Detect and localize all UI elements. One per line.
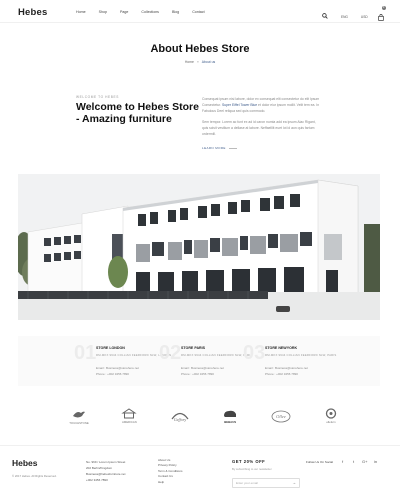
brand-touchstone[interactable]: TOUCHSTONE <box>60 408 98 425</box>
linkedin-icon[interactable]: in <box>373 459 378 464</box>
store-building-photo <box>18 174 380 320</box>
google-plus-icon[interactable]: G+ <box>362 459 367 464</box>
nav-page[interactable]: Page <box>120 10 128 14</box>
store-number: 01 <box>74 342 97 364</box>
page-title: About Hebes Store <box>150 43 250 55</box>
store-email[interactable]: Email : Business@storehere.net <box>181 366 224 371</box>
footer-link-help[interactable]: Help <box>158 480 183 485</box>
store-number: 03 <box>243 342 266 364</box>
nav-home[interactable]: Home <box>76 10 86 14</box>
currency-selector[interactable]: USD <box>361 15 368 19</box>
header-tools: ENG USD 0 <box>322 6 386 26</box>
twitter-icon[interactable]: t <box>351 459 356 464</box>
brand-ellefern[interactable]: ellefern <box>312 408 350 424</box>
brand-wordmark: Ollee <box>276 414 286 419</box>
brand-ollee[interactable]: Ollee <box>262 410 300 423</box>
store-number: 02 <box>159 342 182 364</box>
store-email[interactable]: Email : Business@storehere.net <box>265 366 308 371</box>
follow-label: Follow Us On Social <box>306 460 334 464</box>
submit-arrow-icon[interactable]: → <box>292 479 296 487</box>
social-links: f t G+ in <box>340 459 378 464</box>
subscribe-text: By subscribing to our newsletter <box>232 467 272 471</box>
facebook-icon[interactable]: f <box>340 459 345 464</box>
store-phone: Phone : +002 3456 7890 <box>96 372 129 376</box>
breadcrumb-home[interactable]: Home <box>185 60 194 64</box>
brand-wordmark: Geffory <box>174 417 186 422</box>
para1-link[interactable]: Super Eiffel Tower Blue <box>222 103 257 107</box>
brand-logos: TOUCHSTONE AMERICAN Geffory BEBAUS Ollee… <box>60 405 350 427</box>
footer-links: About Us Privacy Policy Term & Condition… <box>158 458 183 485</box>
main-nav: Home Shop Page Collections Blog Contact <box>76 10 218 14</box>
store-title: STORE NEWYORK <box>265 346 298 350</box>
brand-bebaus[interactable]: BEBAUS <box>211 409 249 424</box>
brand-american[interactable]: AMERICAN <box>110 408 148 424</box>
store-title: STORE LONDON <box>96 346 125 350</box>
nav-shop[interactable]: Shop <box>99 10 107 14</box>
footer-copyright: © 2017 Hebes. All Rights Reserved. <box>12 474 57 478</box>
site-logo[interactable]: Hebes <box>18 7 48 18</box>
house-logo-icon <box>121 408 138 419</box>
brand-label: BEBAUS <box>224 419 237 424</box>
welcome-paragraph-1: Consequat ipsum nisi labore, dolor ex co… <box>202 96 322 114</box>
newsletter-email-input[interactable]: Enter your email → <box>232 478 300 488</box>
nav-blog[interactable]: Blog <box>172 10 179 14</box>
footer-logo[interactable]: Hebes <box>12 458 38 468</box>
cart-button[interactable]: 0 <box>377 6 386 26</box>
oval-logo-icon: Ollee <box>271 410 290 422</box>
stores-section <box>18 336 380 386</box>
footer-phone: +002 3456 7890 <box>86 478 108 482</box>
breadcrumb-separator: » <box>196 60 199 64</box>
store-phone: Phone : +002 3456 7890 <box>181 372 214 376</box>
cart-count-badge: 0 <box>381 6 386 10</box>
store-email[interactable]: Email : Business@storehere.net <box>96 366 139 371</box>
crest-logo-icon: Geffory <box>171 412 189 422</box>
welcome-paragraph-2: Sem tempor. Lorem ac funt ex ad id caron… <box>202 120 316 136</box>
brand-label: AMERICAN <box>122 420 137 424</box>
brand-label: ellefern <box>326 420 336 424</box>
store-title: STORE PARIS <box>181 346 206 350</box>
footer-divider <box>0 445 400 446</box>
circle-logo-icon <box>325 408 337 419</box>
language-selector[interactable]: ENG <box>341 15 348 19</box>
learn-more-link[interactable]: LEARN MORE <box>202 146 237 150</box>
store-phone: Phone : +002 3456 7890 <box>265 372 298 376</box>
breadcrumb-current: About us <box>201 60 216 64</box>
brand-label: TOUCHSTONE <box>69 420 89 425</box>
welcome-title: Welcome to Hebes Store - Amazing furnitu… <box>76 101 199 125</box>
learn-more-line <box>228 147 237 149</box>
brand-geffory[interactable]: Geffory <box>161 410 199 423</box>
breadcrumb: Home» About us <box>0 60 400 64</box>
bird-logo-icon <box>73 411 85 417</box>
learn-more-label: LEARN MORE <box>202 146 226 150</box>
bison-logo-icon <box>224 410 237 417</box>
welcome-eyebrow: WELCOME TO HEBES <box>76 95 119 99</box>
nav-collections[interactable]: Collections <box>141 10 159 14</box>
footer-contact: No. 969 / Lorem Ipsum Street 202 Berlin/… <box>86 459 125 483</box>
subscribe-title: GET 20% OFF <box>232 459 266 464</box>
store-address: RM-MKX 9944 COLLIAN FEERFORD NLW, PARIS <box>265 353 337 357</box>
email-placeholder: Enter your email <box>236 481 258 485</box>
search-icon[interactable] <box>322 13 328 21</box>
header-divider <box>0 22 400 23</box>
nav-contact[interactable]: Contact <box>192 10 204 14</box>
